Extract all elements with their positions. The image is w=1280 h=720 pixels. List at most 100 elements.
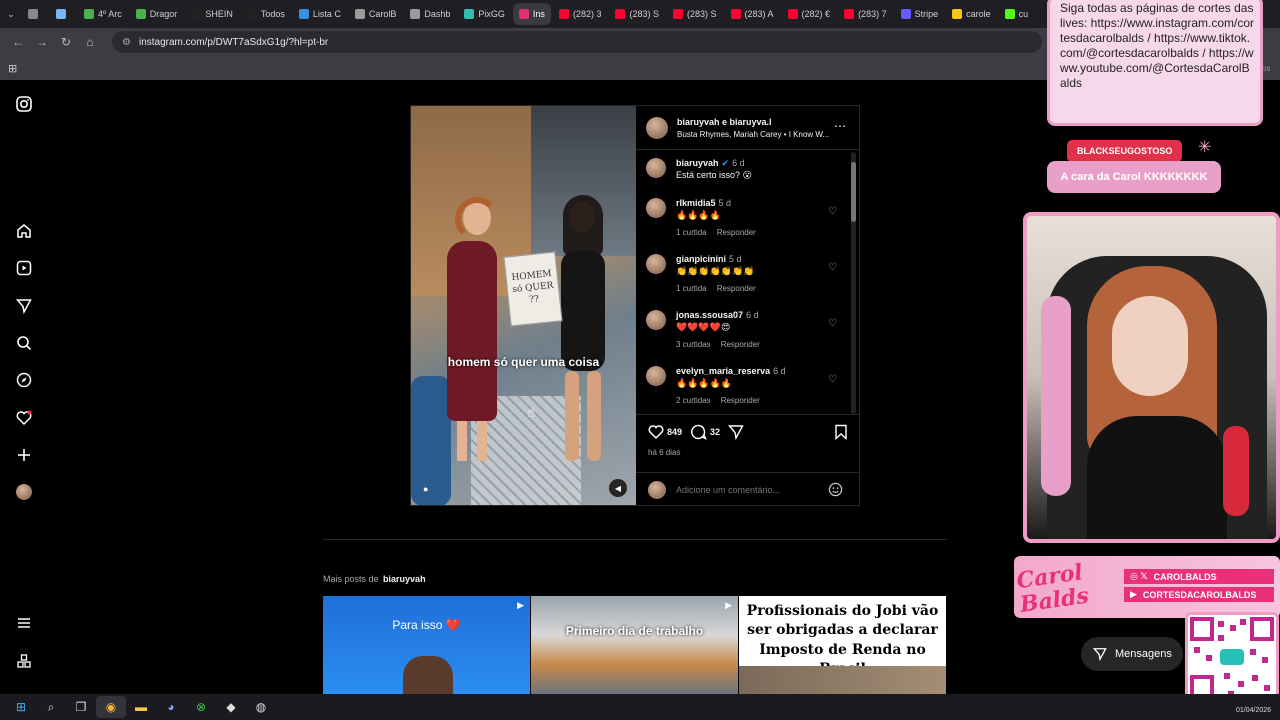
direct-message-icon[interactable]: [14, 296, 34, 316]
reload-button[interactable]: ↻: [54, 30, 78, 54]
comment-username[interactable]: rlkmidia5 5 d: [676, 198, 731, 208]
more-post-thumb-1[interactable]: Para isso ❤️ ▶: [323, 596, 530, 694]
author-avatar[interactable]: [646, 117, 668, 139]
explore-compass-icon[interactable]: [14, 370, 34, 390]
save-bookmark-icon[interactable]: [833, 424, 849, 443]
comment-icon[interactable]: [691, 424, 707, 443]
browser-tab[interactable]: Stripe: [895, 3, 945, 25]
site-info-icon[interactable]: ⚙: [122, 37, 131, 48]
also-from-meta-icon[interactable]: [14, 651, 34, 671]
messages-button[interactable]: Mensagens: [1081, 637, 1183, 671]
create-plus-icon[interactable]: [14, 445, 34, 465]
comment-username[interactable]: gianpicinini 5 d: [676, 254, 742, 264]
apps-grid-icon[interactable]: ⊞: [8, 62, 17, 75]
browser-tab-label: (283) S: [629, 9, 659, 19]
instagram-logo-icon[interactable]: [14, 94, 34, 114]
comment-reply-button[interactable]: Responder: [717, 284, 756, 293]
browser-tab[interactable]: (283) S: [609, 3, 665, 25]
browser-tab[interactable]: 4º Arc: [78, 3, 128, 25]
comment-likes[interactable]: 3 curtidas: [676, 340, 711, 349]
obs-button[interactable]: ◍: [246, 696, 276, 718]
reel-video[interactable]: HOMEM só QUER ?? homem só quer uma coisa…: [411, 106, 636, 505]
browser-tab[interactable]: Dragor: [130, 3, 184, 25]
forward-button[interactable]: →: [30, 30, 54, 54]
emoji-picker-icon[interactable]: [828, 482, 843, 500]
share-icon[interactable]: [727, 424, 744, 443]
comment-like-icon[interactable]: ♡: [828, 318, 837, 329]
more-post-thumb-2[interactable]: Primeiro dia de trabalho ▶: [531, 596, 738, 694]
comments-scrollbar-thumb[interactable]: [851, 162, 856, 222]
browser-tab[interactable]: [22, 3, 48, 25]
comment-reply-button[interactable]: Responder: [721, 396, 760, 405]
search-icon[interactable]: [14, 333, 34, 353]
browser-tab[interactable]: Dashb: [404, 3, 456, 25]
browser-tab[interactable]: CarolB: [349, 3, 403, 25]
comment-time: 6 d: [773, 366, 786, 376]
browser-tab-label: Dashb: [424, 9, 451, 19]
comment-reply-button[interactable]: Responder: [717, 228, 756, 237]
browser-tab[interactable]: (283) A: [725, 3, 780, 25]
browser-tab[interactable]: [50, 3, 76, 25]
comment-like-icon[interactable]: ♡: [828, 374, 837, 385]
address-bar[interactable]: ⚙ instagram.com/p/DWT7aSdxG1g/?hl=pt-br: [112, 31, 1042, 53]
comment-likes[interactable]: 2 curtidas: [676, 396, 711, 405]
comment-avatar[interactable]: [646, 310, 666, 330]
comments-scroll[interactable]: biaruyvah ✔ 6 d Está certo isso? 😮 rlkmidi…: [636, 150, 860, 414]
caption-username[interactable]: biaruyvah ✔ 6 d: [676, 158, 745, 169]
browser-tab[interactable]: carole: [946, 3, 997, 25]
browser-tab[interactable]: Ins: [512, 3, 551, 25]
comment-avatar[interactable]: [646, 254, 666, 274]
search-button[interactable]: ⌕: [36, 696, 66, 718]
browser-tab[interactable]: PixGG: [458, 3, 511, 25]
back-button[interactable]: ←: [6, 30, 30, 54]
brand-logo: Carol Balds: [1015, 559, 1091, 618]
xbox-button[interactable]: ⊗: [186, 696, 216, 718]
tab-list-button[interactable]: ⌄: [0, 3, 22, 25]
browser-tab[interactable]: Todos: [241, 3, 291, 25]
comment-username[interactable]: evelyn_maria_reserva 6 d: [676, 366, 786, 376]
profile-avatar[interactable]: [14, 482, 34, 502]
comment-likes[interactable]: 1 curtida: [676, 284, 707, 293]
file-explorer-button[interactable]: ▬: [126, 696, 156, 718]
browser-tab[interactable]: (282) €: [782, 3, 837, 25]
comments-scrollbar[interactable]: [851, 152, 856, 414]
discord-button[interactable]: ◕: [156, 696, 186, 718]
browser-tab[interactable]: Lista C: [293, 3, 347, 25]
shield-app-button[interactable]: ◆: [216, 696, 246, 718]
browser-tab[interactable]: (283) 7: [838, 3, 893, 25]
comment-like-icon[interactable]: ♡: [828, 262, 837, 273]
chrome-taskbar-button[interactable]: ◉: [96, 696, 126, 718]
comment-text: 🔥🔥🔥🔥🔥: [676, 378, 733, 388]
task-view-button[interactable]: ❐: [66, 696, 96, 718]
instagram-x-icon: ◎ 𝕏: [1130, 571, 1148, 581]
comment-like-icon[interactable]: ♡: [828, 206, 837, 217]
caption-avatar[interactable]: [646, 158, 666, 178]
start-button[interactable]: ⊞: [6, 696, 36, 718]
more-menu-icon[interactable]: [14, 613, 34, 633]
comment-username[interactable]: jonas.ssousa07 6 d: [676, 310, 759, 320]
like-count[interactable]: 849: [667, 427, 682, 437]
comment-avatar[interactable]: [646, 198, 666, 218]
mute-button[interactable]: ◀: [609, 479, 627, 497]
reels-icon[interactable]: [14, 258, 34, 278]
browser-tab[interactable]: cu: [999, 3, 1035, 25]
bookmarks-overflow[interactable]: os: [1262, 64, 1270, 73]
comment-count[interactable]: 32: [710, 427, 720, 437]
author-names[interactable]: biaruyvah e biaruyva.l: [677, 117, 772, 127]
more-post-thumb-3[interactable]: Profissionais do Jobi vão ser obrigadas …: [739, 596, 946, 694]
comment-avatar[interactable]: [646, 366, 666, 386]
home-button[interactable]: ⌂: [78, 30, 102, 54]
browser-tab[interactable]: SHEIN: [185, 3, 239, 25]
user-tag-icon[interactable]: ●: [423, 484, 428, 494]
comment-likes[interactable]: 1 curtida: [676, 228, 707, 237]
browser-tab[interactable]: (283) S: [667, 3, 723, 25]
notifications-heart-icon[interactable]: [14, 408, 34, 428]
browser-tab[interactable]: (282) 3: [553, 3, 608, 25]
more-options-icon[interactable]: ⋯: [834, 119, 846, 133]
more-posts-user[interactable]: biaruyvah: [383, 574, 426, 584]
like-icon[interactable]: [648, 424, 664, 443]
comment-reply-button[interactable]: Responder: [721, 340, 760, 349]
home-icon[interactable]: [14, 221, 34, 241]
music-info[interactable]: Busta Rhymes, Mariah Carey • I Know W...: [677, 130, 829, 139]
comment-input[interactable]: [676, 481, 826, 499]
